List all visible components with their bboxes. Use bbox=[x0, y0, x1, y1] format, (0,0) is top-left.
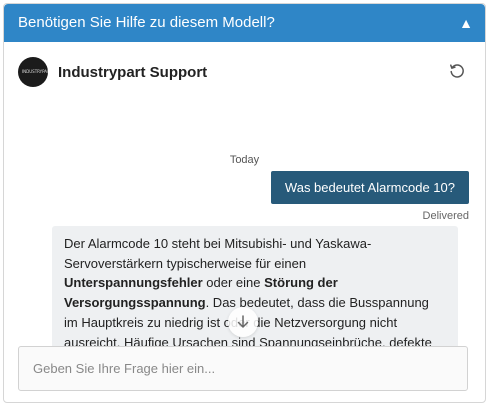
composer bbox=[18, 346, 468, 391]
help-toggle-bar[interactable]: Benötigen Sie Hilfe zu diesem Modell? ▲ bbox=[4, 4, 485, 42]
bot-text: Der Alarmcode 10 steht bei Mitsubishi- u… bbox=[64, 236, 372, 271]
bot-text-bold: Unterspannungsfehler bbox=[64, 275, 203, 291]
date-separator: Today bbox=[229, 154, 260, 166]
question-input[interactable] bbox=[19, 347, 467, 390]
collapse-caret-icon[interactable]: ▲ bbox=[459, 14, 473, 32]
chat-widget: Benötigen Sie Hilfe zu diesem Modell? ▲ … bbox=[3, 3, 486, 403]
delivery-status: Delivered bbox=[422, 210, 469, 222]
help-title: Benötigen Sie Hilfe zu diesem Modell? bbox=[18, 14, 275, 31]
arrow-down-icon bbox=[237, 315, 249, 328]
message-list[interactable]: Today Was bedeutet Alarmcode 10? Deliver… bbox=[4, 100, 485, 346]
avatar-logo: INDUSTRYPART bbox=[22, 69, 48, 74]
scroll-down-button[interactable] bbox=[228, 307, 258, 337]
chat-header: INDUSTRYPART Industrypart Support bbox=[4, 42, 485, 100]
refresh-icon[interactable] bbox=[449, 63, 465, 79]
user-message: Was bedeutet Alarmcode 10? bbox=[270, 171, 469, 204]
avatar: INDUSTRYPART bbox=[18, 57, 48, 87]
agent-name: Industrypart Support bbox=[58, 64, 208, 81]
bot-text: oder eine bbox=[202, 275, 265, 291]
